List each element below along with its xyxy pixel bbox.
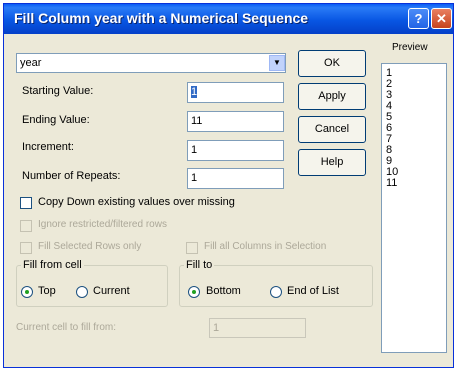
fill-to-bottom-label: Bottom xyxy=(206,285,241,297)
starting-value-label: Starting Value: xyxy=(22,85,94,97)
column-select-value: year xyxy=(20,57,42,69)
help-button[interactable]: Help xyxy=(298,149,366,176)
starting-value-input[interactable]: 1 xyxy=(187,82,284,103)
ending-value-input[interactable]: 11 xyxy=(187,111,284,132)
fill-selected-rows-label: Fill Selected Rows only xyxy=(38,241,142,252)
preview-item: 7 xyxy=(386,133,393,145)
preview-item: 2 xyxy=(386,78,393,90)
number-of-repeats-label: Number of Repeats: xyxy=(22,170,121,182)
fill-from-cell-title: Fill from cell xyxy=(21,259,84,271)
current-cell-input: 1 xyxy=(209,318,306,338)
preview-item: 8 xyxy=(386,144,393,156)
copy-down-checkbox[interactable] xyxy=(20,197,32,209)
fill-selected-rows-checkbox xyxy=(20,242,32,254)
current-cell-label: Current cell to fill from: xyxy=(16,322,117,333)
fill-from-top-radio[interactable] xyxy=(21,286,33,298)
fill-to-bottom-radio[interactable] xyxy=(188,286,200,298)
ignore-restricted-checkbox xyxy=(20,220,32,232)
ignore-restricted-label: Ignore restricted/filtered rows xyxy=(38,219,167,230)
increment-input[interactable]: 1 xyxy=(187,140,284,161)
fill-from-current-radio[interactable] xyxy=(76,286,88,298)
help-icon[interactable]: ? xyxy=(408,8,429,29)
fill-all-columns-label: Fill all Columns in Selection xyxy=(204,241,327,252)
preview-item: 1 xyxy=(386,67,393,79)
preview-item: 6 xyxy=(386,122,393,134)
column-select[interactable]: year ▼ xyxy=(16,53,286,73)
fill-to-end-of-list-radio[interactable] xyxy=(270,286,282,298)
chevron-down-icon[interactable]: ▼ xyxy=(269,55,285,71)
preview-item: 11 xyxy=(386,177,398,189)
preview-item: 10 xyxy=(386,166,399,178)
preview-list[interactable]: 1 2 3 4 5 6 7 8 9 10 11 xyxy=(381,63,447,353)
preview-item: 9 xyxy=(386,155,393,167)
copy-down-label: Copy Down existing values over missing xyxy=(38,196,235,208)
ok-button[interactable]: OK xyxy=(298,50,366,77)
preview-item: 3 xyxy=(386,89,393,101)
close-icon[interactable]: ✕ xyxy=(431,8,452,29)
number-of-repeats-input[interactable]: 1 xyxy=(187,168,284,189)
fill-from-top-label: Top xyxy=(38,285,56,297)
dialog-window: Fill Column year with a Numerical Sequen… xyxy=(3,3,454,368)
fill-all-columns-checkbox xyxy=(186,242,198,254)
increment-label: Increment: xyxy=(22,141,74,153)
preview-item: 4 xyxy=(386,100,393,112)
fill-to-end-of-list-label: End of List xyxy=(287,285,339,297)
fill-from-current-label: Current xyxy=(93,285,130,297)
apply-button[interactable]: Apply xyxy=(298,83,366,110)
preview-item: 5 xyxy=(386,111,393,123)
fill-to-title: Fill to xyxy=(184,259,215,271)
title-bar[interactable]: Fill Column year with a Numerical Sequen… xyxy=(4,4,453,34)
cancel-button[interactable]: Cancel xyxy=(298,116,366,143)
ending-value-label: Ending Value: xyxy=(22,114,90,126)
window-title: Fill Column year with a Numerical Sequen… xyxy=(14,10,309,26)
preview-label: Preview xyxy=(392,42,428,53)
